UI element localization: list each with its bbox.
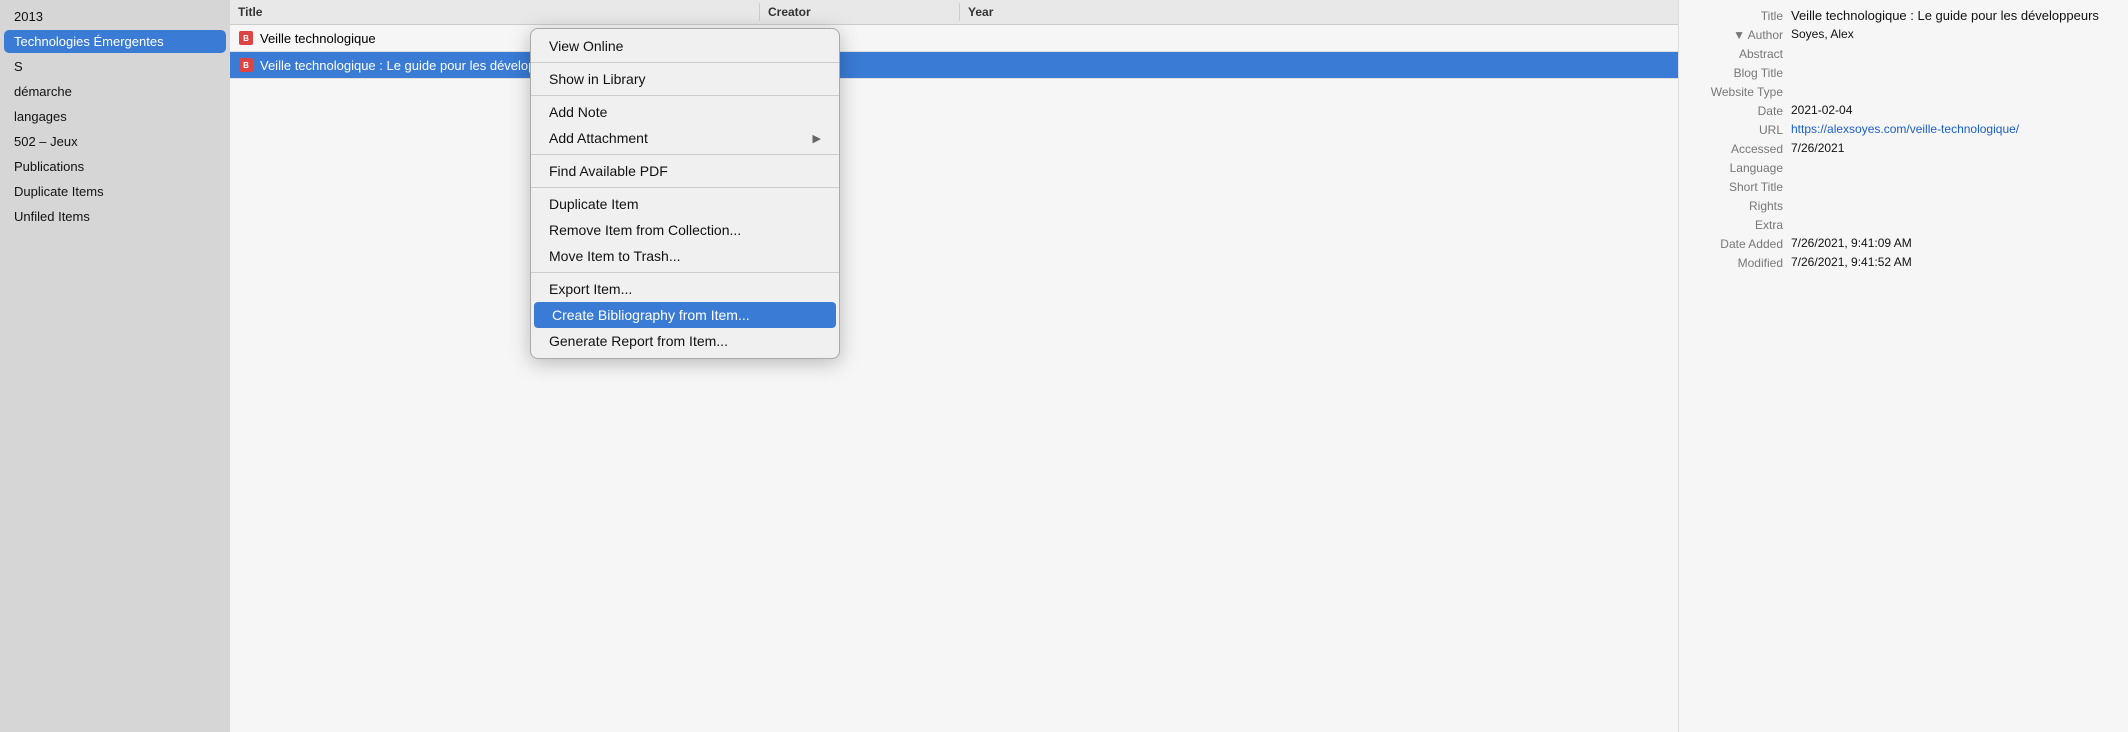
sidebar-item-2013[interactable]: 2013 <box>4 5 226 28</box>
sidebar-item-technologies[interactable]: Technologies Émergentes <box>4 30 226 53</box>
info-label-date-added: Date Added <box>1691 236 1791 251</box>
row-date-1 <box>960 36 1678 40</box>
menu-item-add-attachment[interactable]: Add Attachment ▶ <box>531 125 839 151</box>
info-label-extra: Extra <box>1691 217 1791 232</box>
info-row-date-added: Date Added 7/26/2021, 9:41:09 AM <box>1691 236 2116 251</box>
info-value-date: 2021-02-04 <box>1791 103 2116 117</box>
main-content: Title Creator Year B Veille technologiqu… <box>230 0 1678 732</box>
info-label-modified: Modified <box>1691 255 1791 270</box>
sidebar: 2013 Technologies Émergentes S démarche … <box>0 0 230 732</box>
info-label-website-type: Website Type <box>1691 84 1791 99</box>
menu-separator-4 <box>531 187 839 188</box>
info-row-abstract: Abstract <box>1691 46 2116 61</box>
info-row-modified: Modified 7/26/2021, 9:41:52 AM <box>1691 255 2116 270</box>
sidebar-item-502-jeux[interactable]: 502 – Jeux <box>4 130 226 153</box>
info-row-blog-title: Blog Title <box>1691 65 2116 80</box>
sidebar-item-duplicate-items[interactable]: Duplicate Items <box>4 180 226 203</box>
sidebar-item-s[interactable]: S <box>4 55 226 78</box>
info-value-author: Soyes, Alex <box>1791 27 2116 41</box>
sidebar-item-unfiled-items[interactable]: Unfiled Items <box>4 205 226 228</box>
info-row-author: ▼ Author Soyes, Alex <box>1691 27 2116 42</box>
table-row-selected[interactable]: B Veille technologique : Le guide pour l… <box>230 52 1678 79</box>
info-label-url: URL <box>1691 122 1791 137</box>
menu-item-duplicate-item[interactable]: Duplicate Item <box>531 191 839 217</box>
info-row-extra: Extra <box>1691 217 2116 232</box>
info-row-date: Date 2021-02-04 <box>1691 103 2116 118</box>
sidebar-item-publications[interactable]: Publications <box>4 155 226 178</box>
info-row-accessed: Accessed 7/26/2021 <box>1691 141 2116 156</box>
info-label-blog-title: Blog Title <box>1691 65 1791 80</box>
row-date-2 <box>960 63 1678 67</box>
col-header-year[interactable]: Year <box>960 3 1678 21</box>
info-label-short-title: Short Title <box>1691 179 1791 194</box>
info-row-title: Title Veille technologique : Le guide po… <box>1691 8 2116 23</box>
menu-item-create-bibliography[interactable]: Create Bibliography from Item... <box>534 302 836 328</box>
menu-item-remove-from-collection[interactable]: Remove Item from Collection... <box>531 217 839 243</box>
info-row-language: Language <box>1691 160 2116 175</box>
menu-separator-5 <box>531 272 839 273</box>
table-area: Title Creator Year B Veille technologiqu… <box>230 0 1678 732</box>
submenu-arrow-attachment: ▶ <box>813 132 821 145</box>
info-row-rights: Rights <box>1691 198 2116 213</box>
info-value-date-added: 7/26/2021, 9:41:09 AM <box>1791 236 2116 250</box>
info-label-title: Title <box>1691 8 1791 23</box>
blog-icon-1: B <box>238 30 254 46</box>
context-menu: View Online Show in Library Add Note Add… <box>530 28 840 359</box>
info-value-modified: 7/26/2021, 9:41:52 AM <box>1791 255 2116 269</box>
info-panel: Title Veille technologique : Le guide po… <box>1678 0 2128 732</box>
table-row[interactable]: B Veille technologique Lagacé <box>230 25 1678 52</box>
menu-item-generate-report[interactable]: Generate Report from Item... <box>531 328 839 354</box>
menu-item-find-pdf[interactable]: Find Available PDF <box>531 158 839 184</box>
info-row-short-title: Short Title <box>1691 179 2116 194</box>
info-row-url: URL https://alexsoyes.com/veille-technol… <box>1691 122 2116 137</box>
menu-item-view-online[interactable]: View Online <box>531 33 839 59</box>
info-label-rights: Rights <box>1691 198 1791 213</box>
info-value-url[interactable]: https://alexsoyes.com/veille-technologiq… <box>1791 122 2116 136</box>
info-value-title: Veille technologique : Le guide pour les… <box>1791 8 2116 23</box>
table-header: Title Creator Year <box>230 0 1678 25</box>
menu-item-move-to-trash[interactable]: Move Item to Trash... <box>531 243 839 269</box>
col-header-creator[interactable]: Creator <box>760 3 960 21</box>
sidebar-item-demarche[interactable]: démarche <box>4 80 226 103</box>
info-label-abstract: Abstract <box>1691 46 1791 61</box>
menu-separator-3 <box>531 154 839 155</box>
sidebar-item-langages[interactable]: langages <box>4 105 226 128</box>
info-row-website-type: Website Type <box>1691 84 2116 99</box>
menu-item-show-in-library[interactable]: Show in Library <box>531 66 839 92</box>
info-label-accessed: Accessed <box>1691 141 1791 156</box>
menu-separator-2 <box>531 95 839 96</box>
blog-icon-2: B <box>238 57 254 73</box>
author-triangle-icon: ▼ <box>1733 28 1748 42</box>
menu-item-export-item[interactable]: Export Item... <box>531 276 839 302</box>
menu-separator-1 <box>531 62 839 63</box>
menu-item-add-note[interactable]: Add Note <box>531 99 839 125</box>
info-label-author: ▼ Author <box>1691 27 1791 42</box>
info-label-date: Date <box>1691 103 1791 118</box>
info-value-accessed: 7/26/2021 <box>1791 141 2116 155</box>
col-header-title[interactable]: Title <box>230 3 760 21</box>
info-label-language: Language <box>1691 160 1791 175</box>
